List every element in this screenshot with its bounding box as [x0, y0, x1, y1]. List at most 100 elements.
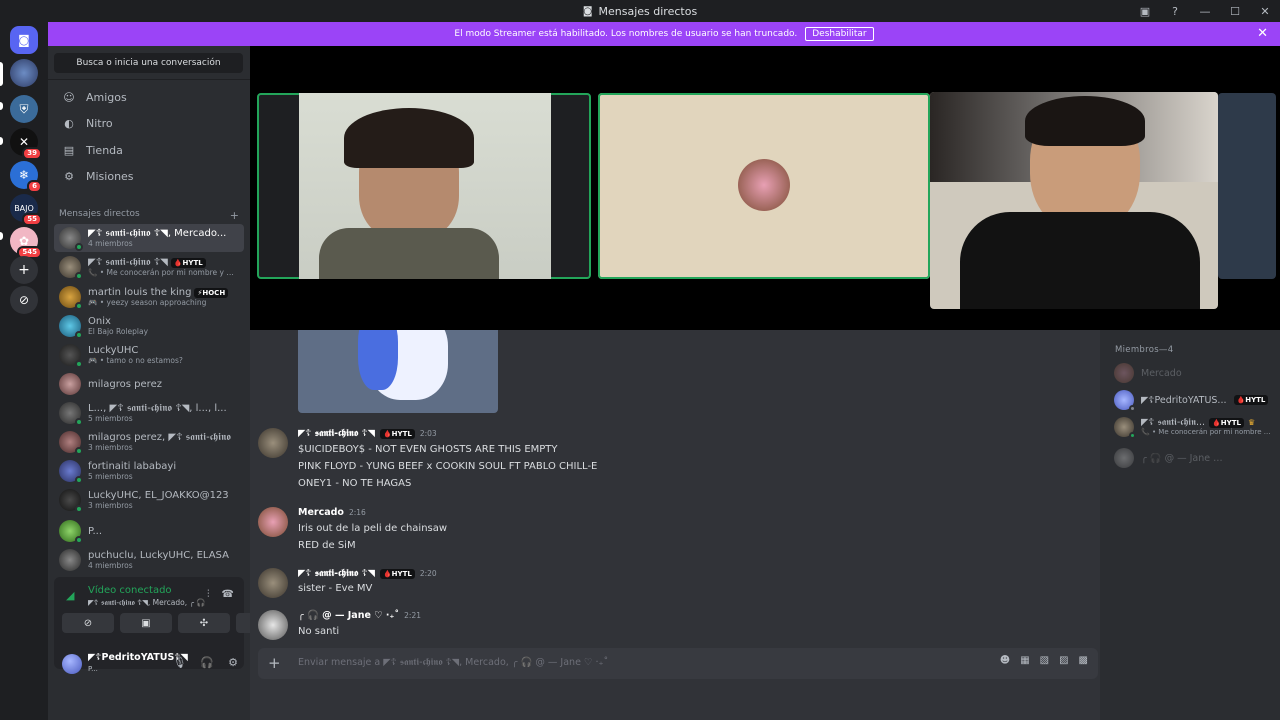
video-tile[interactable]	[1218, 93, 1276, 279]
close-window-button[interactable]: ✕	[1250, 0, 1280, 22]
window-title: ◙ Mensajes directos	[582, 4, 698, 18]
user-avatar[interactable]	[62, 654, 82, 674]
avatar[interactable]	[258, 507, 288, 537]
add-server-button[interactable]: +	[10, 256, 38, 284]
gif-icon[interactable]: ▦	[1020, 655, 1029, 666]
nav-nitro[interactable]: ◐ Nitro	[54, 111, 243, 135]
microphone-icon[interactable]: 🎙	[172, 656, 186, 669]
server-icon[interactable]: ❄ 6	[10, 161, 42, 193]
avatar	[1114, 390, 1136, 412]
dm-item[interactable]: ◤☦ 𝖘𝖆𝖓𝖙𝖎-𝖈𝖍𝖎𝖓𝖔 ☦◥ 🩸HYTL 📞 • Me conocerán p…	[54, 253, 244, 281]
message-author[interactable]: ◤☦ 𝖘𝖆𝖓𝖙𝖎-𝖈𝖍𝖎𝖓𝖔 ☦◥	[298, 568, 375, 579]
friends-icon: ☺	[63, 90, 75, 104]
avatar[interactable]	[258, 568, 288, 598]
title-bar: ◙ Mensajes directos ▣ ? — ☐ ✕	[0, 0, 1280, 22]
unread-badge: 6	[27, 180, 42, 193]
message-author[interactable]: Mercado	[298, 507, 344, 518]
member-item[interactable]: Mercado	[1114, 361, 1274, 385]
close-icon[interactable]: ✕	[1257, 26, 1268, 41]
video-tile[interactable]	[598, 93, 930, 279]
help-icon[interactable]: ?	[1160, 0, 1190, 22]
dm-item[interactable]: milagros perez, ◤☦ 𝖘𝖆𝖓𝖙𝖎-𝖈𝖍𝖎𝖓𝖔 3 miembros	[54, 428, 244, 456]
search-input[interactable]: Busca o inicia una conversación	[54, 53, 243, 73]
nav-quests[interactable]: ⚙ Misiones	[54, 164, 243, 188]
unread-badge: 55	[22, 213, 42, 226]
message-composer[interactable]: + Enviar mensaje a ◤☦ 𝖘𝖆𝖓𝖙𝖎-𝖈𝖍𝖎𝖓𝖔 ☦◥, Me…	[258, 648, 1098, 679]
unread-badge: 39	[22, 147, 42, 160]
dm-sidebar: Busca o inicia una conversación ☺ Amigos …	[48, 46, 288, 720]
dm-item[interactable]: L..., ◤☦ 𝖘𝖆𝖓𝖙𝖎-𝖈𝖍𝖎𝖓𝖔 ☦◥, l..., l... 5 mie…	[54, 399, 244, 427]
gift-icon[interactable]: ▩	[1079, 655, 1088, 666]
avatar	[59, 402, 83, 426]
message-author[interactable]: ╭ 🎧 @ — Jane ♡ ‧₊˚	[298, 610, 399, 621]
server-icon[interactable]: BAJO 55	[10, 194, 42, 226]
avatar	[59, 549, 81, 571]
quests-icon: ⚙	[64, 169, 74, 183]
gif-attachment[interactable]	[298, 330, 498, 413]
message-text: PINK FLOYD - YUNG BEEF x COOKIN SOUL FT …	[298, 461, 598, 472]
dm-item[interactable]: LuckyUHC, EL_JOAKKO@123 3 miembros	[54, 486, 244, 514]
guild-tag: 🩸HYTL	[1233, 395, 1269, 405]
nav-shop[interactable]: ▤ Tienda	[54, 138, 243, 162]
message-author[interactable]: ◤☦ 𝖘𝖆𝖓𝖙𝖎-𝖈𝖍𝖎𝖓𝖔 ☦◥	[298, 428, 375, 439]
dm-item[interactable]: ◤☦ 𝖘𝖆𝖓𝖙𝖎-𝖈𝖍𝖎𝖓𝖔 ☦◥, Mercado... 4 miembros	[54, 224, 244, 252]
disconnect-icon[interactable]: ☎	[222, 589, 234, 600]
avatar	[59, 227, 83, 251]
dm-item[interactable]: milagros perez	[54, 370, 244, 398]
member-item[interactable]: ◤☦PedritoYATUS... 🩸HYTL	[1114, 388, 1274, 412]
banner-text: El modo Streamer está habilitado. Los no…	[454, 29, 798, 39]
share-screen-button[interactable]: ▣	[120, 613, 172, 633]
guild-tag: ⚡HOCH	[194, 287, 229, 298]
message-text: No santi	[298, 626, 340, 637]
noise-suppression-icon[interactable]: ⫶	[207, 589, 210, 600]
dm-item[interactable]: martin louis the king ⚡HOCH 🎮 • yeezy seas…	[54, 283, 244, 311]
shop-icon: ▤	[63, 143, 75, 157]
add-dm-icon[interactable]: +	[230, 209, 239, 222]
nav-friends[interactable]: ☺ Amigos	[54, 85, 243, 109]
camera-off-button[interactable]: ⊘	[62, 613, 114, 633]
online-dot	[31, 56, 41, 60]
server-icon[interactable]: ⛨	[10, 95, 38, 123]
avatar	[1114, 363, 1134, 383]
headphones-icon[interactable]: 🎧	[200, 656, 214, 669]
dm-item[interactable]: P...	[54, 517, 244, 545]
disable-streamer-button[interactable]: Deshabilitar	[805, 27, 874, 41]
member-item[interactable]: ╭ 🎧 @ — Jane ♡ ‧₊˚	[1114, 446, 1274, 470]
dm-item[interactable]: Onix El Bajo Roleplay	[54, 312, 244, 340]
avatar[interactable]	[258, 428, 288, 458]
discover-icon[interactable]: ⊘	[10, 286, 38, 314]
emoji-icon[interactable]: ▨	[1059, 655, 1068, 666]
dm-item[interactable]: puchuclu, LuckyUHC, ELASA 4 miembros	[54, 546, 244, 574]
attach-plus-icon[interactable]: +	[268, 655, 281, 671]
server-icon[interactable]: ✿ 545	[10, 227, 42, 259]
avatar	[59, 489, 83, 513]
member-item[interactable]: ◤☦ 𝖘𝖆𝖓𝖙𝖎-𝖈𝖍𝖎𝖓... 🩸HYTL ♛ 📞 • Me conocerán …	[1114, 417, 1274, 443]
message-time: 2:21	[404, 611, 421, 620]
maximize-button[interactable]: ☐	[1220, 0, 1250, 22]
dm-item[interactable]: fortinaiti lababayi 5 miembros	[54, 457, 244, 485]
server-icon[interactable]	[10, 56, 41, 87]
message-text: RED de SiM	[298, 540, 356, 551]
voice-channel[interactable]: ◤☦ 𝖘𝖆𝖓𝖙𝖎-𝖈𝖍𝖎𝖓𝖔 ☦◥, Mercado, ╭ 🎧 @ ...	[88, 598, 208, 608]
sticker-icon[interactable]: ▧	[1040, 655, 1049, 666]
message-text: ONEY1 - NO TE HAGAS	[298, 478, 412, 489]
apps-icon[interactable]: ☻	[1000, 655, 1010, 666]
user-status: P...	[88, 665, 98, 673]
video-tile[interactable]	[257, 93, 591, 279]
avatar	[59, 286, 83, 310]
minimize-button[interactable]: —	[1190, 0, 1220, 22]
signal-icon[interactable]: ◢	[66, 589, 74, 602]
streamer-mode-banner: El modo Streamer está habilitado. Los no…	[48, 22, 1280, 46]
home-button[interactable]: ◙	[10, 26, 38, 54]
avatar[interactable]	[258, 610, 288, 640]
dm-item[interactable]: LuckyUHC 🎮 • tamo o no estamos?	[54, 341, 244, 369]
avatar	[59, 460, 83, 484]
message-input[interactable]: Enviar mensaje a ◤☦ 𝖘𝖆𝖓𝖙𝖎-𝖈𝖍𝖎𝖓𝖔 ☦◥, Merc…	[298, 657, 608, 668]
member-list: Miembros—4 Mercado ◤☦PedritoYATUS... 🩸HY…	[1100, 330, 1280, 720]
message-text: Iris out de la peli de chainsaw	[298, 523, 448, 534]
inbox-icon[interactable]: ▣	[1130, 0, 1160, 22]
settings-gear-icon[interactable]: ⚙	[228, 656, 238, 669]
video-tile[interactable]	[930, 92, 1218, 309]
activities-button[interactable]: ✣	[178, 613, 230, 633]
server-icon[interactable]: ✕ 39	[10, 128, 42, 160]
